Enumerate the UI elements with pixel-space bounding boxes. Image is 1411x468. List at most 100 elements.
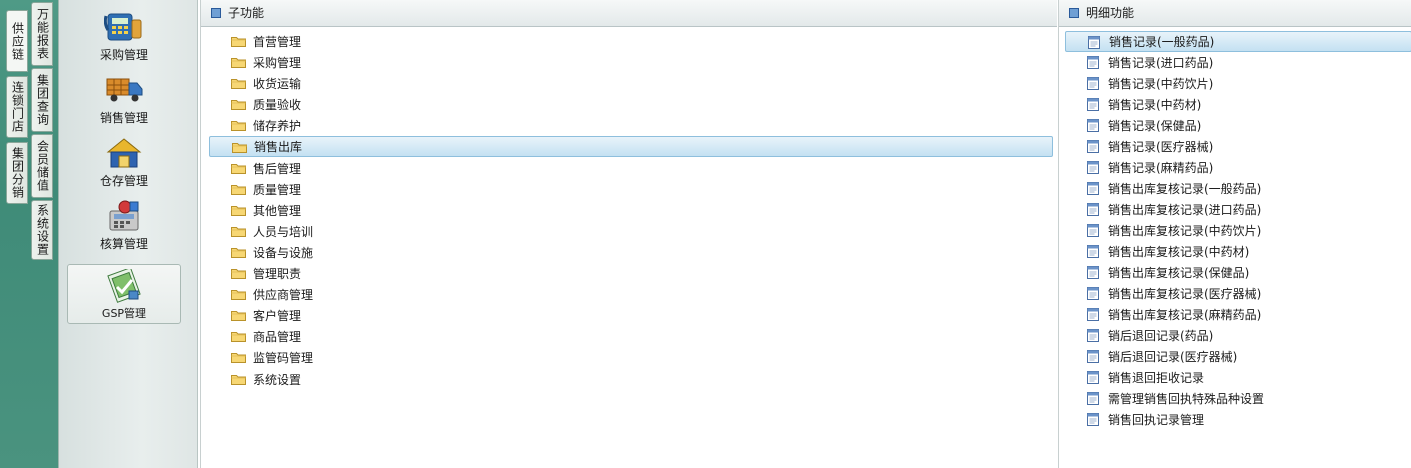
detail-function-item[interactable]: 销售出库复核记录(进口药品) — [1065, 199, 1411, 220]
detail-function-label: 销后退回记录(医疗器械) — [1108, 350, 1238, 364]
sub-function-item[interactable]: 系统设置 — [209, 369, 1053, 390]
sub-function-label: 销售出库 — [254, 140, 303, 155]
tab-member-stored-value[interactable]: 会员储值 — [31, 134, 53, 198]
module-label: GSP管理 — [101, 307, 147, 320]
sub-function-label: 管理职责 — [253, 267, 302, 282]
sub-function-list: 首营管理采购管理收货运输质量验收储存养护销售出库售后管理 质量管理 其他管理 人员与培… — [209, 31, 1053, 390]
accounting-icon — [109, 200, 139, 231]
tab-group-query[interactable]: 集团查询 — [31, 68, 53, 132]
sub-function-item[interactable]: 供应商管理 — [209, 284, 1053, 305]
sub-function-item[interactable]: 管理职责 — [209, 263, 1053, 284]
tab-chain-stores[interactable]: 连锁门店 — [6, 76, 28, 138]
document-icon — [1087, 119, 1099, 132]
sub-function-label: 客户管理 — [253, 309, 302, 324]
sub-function-item[interactable]: 收货运输 — [209, 73, 1053, 94]
sub-function-item[interactable]: 监管码管理 — [209, 347, 1053, 368]
folder-icon — [231, 374, 246, 385]
folder-icon — [232, 143, 247, 154]
detail-function-item[interactable]: 销售出库复核记录(麻精药品) — [1065, 304, 1411, 325]
document-icon — [1088, 36, 1100, 49]
detail-function-item[interactable]: 销售退回拒收记录 — [1065, 367, 1411, 388]
sub-function-item[interactable]: 人员与培训 — [209, 221, 1053, 242]
detail-function-item[interactable]: 销售出库复核记录(一般药品) — [1065, 178, 1411, 199]
tab-universal-reports[interactable]: 万能报表 — [31, 2, 53, 66]
sub-function-item[interactable]: 质量验收 — [209, 94, 1053, 115]
panel-header: 明细功能 — [1059, 0, 1411, 27]
sub-function-label: 储存养护 — [253, 119, 302, 134]
detail-function-label: 销售出库复核记录(麻精药品) — [1108, 308, 1262, 322]
sub-function-item[interactable]: 商品管理 — [209, 326, 1053, 347]
sub-function-label: 系统设置 — [253, 372, 302, 387]
document-icon — [1087, 98, 1099, 111]
tab-label: 供应链 — [10, 21, 25, 61]
detail-function-label: 销售记录(一般药品) — [1109, 35, 1215, 49]
detail-function-item[interactable]: 销售记录(保健品) — [1065, 115, 1411, 136]
detail-function-label: 销售记录(医疗器械) — [1108, 140, 1214, 154]
detail-function-item[interactable]: 需管理销售回执特殊品种设置 — [1065, 388, 1411, 409]
sub-function-item[interactable]: 采购管理 — [209, 52, 1053, 73]
module-accounting[interactable]: 核算管理 — [67, 199, 181, 259]
detail-function-item[interactable]: 销售记录(中药材) — [1065, 94, 1411, 115]
tab-label: 集团分销 — [10, 147, 25, 199]
module-sales[interactable]: 销售管理 — [67, 73, 181, 133]
sub-function-item[interactable]: 储存养护 — [209, 115, 1053, 136]
detail-function-label: 销售回执记录管理 — [1108, 413, 1205, 427]
detail-function-item[interactable]: 销售出库复核记录(中药饮片) — [1065, 220, 1411, 241]
sub-function-item[interactable]: 首营管理 — [209, 31, 1053, 52]
module-warehouse[interactable]: 仓存管理 — [67, 136, 181, 196]
sub-function-item[interactable]: 客户管理 — [209, 305, 1053, 326]
detail-function-label: 销售记录(中药材) — [1108, 98, 1202, 112]
sub-function-item[interactable]: 售后管理 — [209, 158, 1053, 179]
module-gsp[interactable]: GSP管理 — [67, 264, 181, 324]
detail-function-item[interactable]: 销售记录(医疗器械) — [1065, 136, 1411, 157]
panel-header: 子功能 — [201, 0, 1057, 27]
detail-function-item[interactable]: 销售出库复核记录(医疗器械) — [1065, 283, 1411, 304]
sub-function-item[interactable]: 设备与设施 — [209, 242, 1053, 263]
detail-function-label: 销售出库复核记录(进口药品) — [1108, 203, 1262, 217]
detail-function-label: 销售记录(中药饮片) — [1108, 77, 1214, 91]
sub-function-label: 供应商管理 — [253, 288, 314, 303]
tab-group-distribution[interactable]: 集团分销 — [6, 142, 28, 204]
tab-supply-chain[interactable]: 供应链 — [6, 10, 28, 72]
detail-function-panel: 明细功能 销售记录(一般药品) 销售记录(进口药品) 销售记录(中药饮片) 销售记录(… — [1058, 0, 1411, 468]
folder-icon — [231, 79, 246, 90]
tab-system-settings[interactable]: 系统设置 — [31, 200, 53, 260]
detail-function-item[interactable]: 销售出库复核记录(中药材) — [1065, 241, 1411, 262]
folder-icon — [231, 184, 246, 195]
folder-icon — [231, 121, 246, 132]
document-icon — [1087, 77, 1099, 90]
detail-function-item[interactable]: 销后退回记录(药品) — [1065, 325, 1411, 346]
sub-function-label: 质量验收 — [253, 98, 302, 113]
folder-icon — [231, 58, 246, 69]
detail-function-label: 销售出库复核记录(中药饮片) — [1108, 224, 1262, 238]
sub-function-label: 采购管理 — [253, 56, 302, 71]
detail-function-label: 销后退回记录(药品) — [1108, 329, 1214, 343]
tab-label: 系统设置 — [35, 204, 50, 256]
sub-function-item[interactable]: 质量管理 — [209, 179, 1053, 200]
detail-function-item[interactable]: 销售记录(一般药品) — [1065, 31, 1411, 52]
folder-icon — [231, 247, 246, 258]
detail-function-label: 销售出库复核记录(保健品) — [1108, 266, 1250, 280]
detail-function-label: 销售出库复核记录(医疗器械) — [1108, 287, 1262, 301]
detail-function-item[interactable]: 销售记录(进口药品) — [1065, 52, 1411, 73]
document-icon — [1087, 140, 1099, 153]
detail-function-item[interactable]: 销后退回记录(医疗器械) — [1065, 346, 1411, 367]
sub-function-item[interactable]: 销售出库 — [209, 136, 1053, 158]
detail-function-label: 需管理销售回执特殊品种设置 — [1108, 392, 1265, 406]
detail-function-label: 销售出库复核记录(中药材) — [1108, 245, 1250, 259]
module-purchase[interactable]: 采购管理 — [67, 10, 181, 70]
detail-function-item[interactable]: 销售记录(中药饮片) — [1065, 73, 1411, 94]
module-label: 核算管理 — [99, 237, 148, 251]
document-icon — [1087, 182, 1099, 195]
detail-function-item[interactable]: 销售记录(麻精药品) — [1065, 157, 1411, 178]
detail-function-label: 销售记录(进口药品) — [1108, 56, 1214, 70]
detail-function-item[interactable]: 销售出库复核记录(保健品) — [1065, 262, 1411, 283]
folder-icon — [231, 205, 246, 216]
detail-function-item[interactable]: 销售回执记录管理 — [1065, 409, 1411, 430]
tab-label: 集团查询 — [35, 74, 50, 126]
sub-function-label: 收货运输 — [253, 77, 302, 92]
detail-function-label: 销售记录(麻精药品) — [1108, 161, 1214, 175]
tab-label: 会员储值 — [35, 140, 50, 192]
sub-function-item[interactable]: 其他管理 — [209, 200, 1053, 221]
folder-icon — [231, 269, 246, 280]
